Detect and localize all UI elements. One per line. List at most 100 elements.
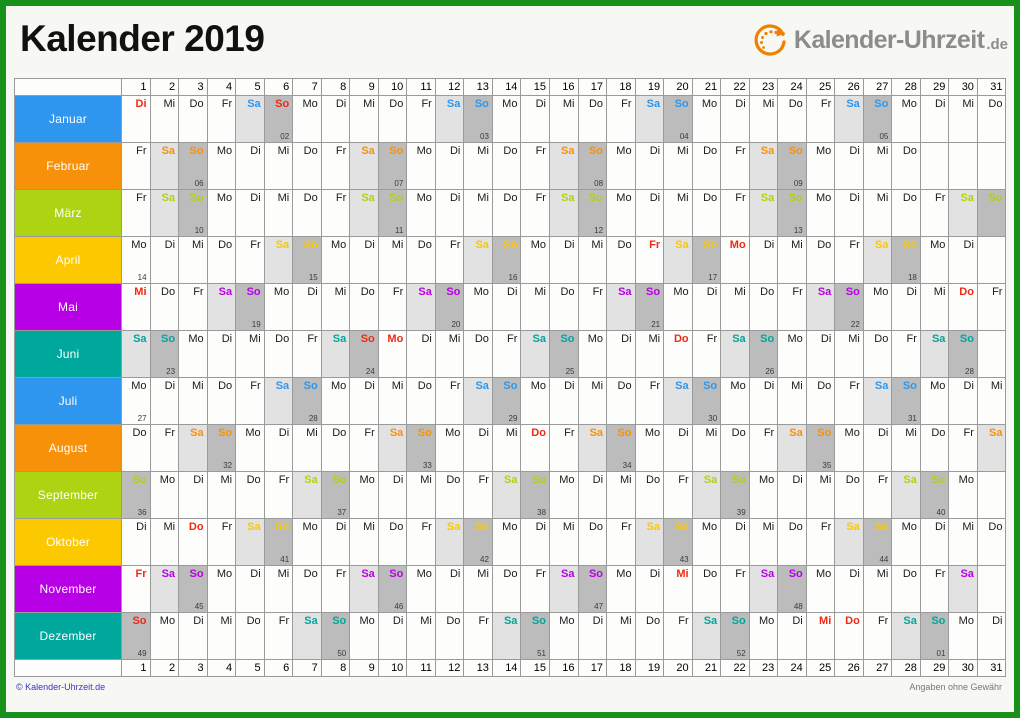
day-cell[interactable]: Fr (634, 236, 665, 284)
day-cell[interactable]: Di (434, 565, 465, 613)
day-cell[interactable]: Sa (634, 95, 665, 143)
day-cell[interactable]: Fr (349, 424, 379, 472)
day-cell[interactable]: Mi (349, 95, 379, 143)
month-label-februar[interactable]: Februar (14, 142, 122, 190)
day-cell[interactable]: Fr (263, 471, 294, 519)
day-cell[interactable]: Mo (777, 330, 807, 378)
day-cell[interactable]: Mi (463, 189, 493, 237)
day-cell[interactable]: Sa (663, 236, 693, 284)
day-cell[interactable]: Mo (691, 518, 722, 566)
day-cell[interactable]: Di (149, 377, 180, 425)
day-cell[interactable]: Fr (463, 612, 493, 660)
day-cell[interactable]: Fr (919, 189, 950, 237)
day-cell[interactable]: So 28 (292, 377, 322, 425)
day-cell[interactable]: Do (434, 471, 465, 519)
day-cell[interactable]: Sa (777, 424, 807, 472)
day-cell[interactable]: Fr (834, 377, 864, 425)
day-cell[interactable]: Di (720, 518, 750, 566)
day-cell[interactable]: Mi (577, 236, 608, 284)
day-cell[interactable]: Mo (463, 283, 493, 331)
day-cell[interactable]: Do (891, 565, 921, 613)
month-label-oktober[interactable]: Oktober (14, 518, 122, 566)
day-cell[interactable]: Mi (320, 283, 351, 331)
day-cell[interactable]: Mi (206, 471, 237, 519)
day-cell[interactable]: Mo (491, 95, 522, 143)
day-cell[interactable]: Di (206, 330, 237, 378)
day-cell[interactable]: Do (919, 424, 950, 472)
day-cell[interactable]: Mi (434, 330, 465, 378)
day-cell[interactable]: Di (834, 142, 864, 190)
day-cell[interactable]: Sa (463, 236, 493, 284)
day-cell[interactable]: Mi (463, 142, 493, 190)
day-cell[interactable]: Do (235, 471, 265, 519)
day-cell[interactable]: So 36 (121, 471, 151, 519)
day-cell[interactable]: Mo (377, 330, 408, 378)
day-cell[interactable]: Sa (634, 518, 665, 566)
day-cell[interactable]: Mo (606, 565, 636, 613)
day-cell[interactable]: Di (862, 424, 893, 472)
day-cell[interactable]: Do (121, 424, 151, 472)
day-cell[interactable]: Fr (606, 95, 636, 143)
day-cell[interactable]: Di (777, 612, 807, 660)
day-cell[interactable]: Di (577, 471, 608, 519)
day-cell[interactable]: So 16 (491, 236, 522, 284)
day-cell[interactable]: Di (121, 95, 151, 143)
day-cell[interactable]: Mi (121, 283, 151, 331)
day-cell[interactable]: Do (263, 330, 294, 378)
day-cell[interactable]: So 21 (634, 283, 665, 331)
day-cell[interactable]: Fr (976, 283, 1007, 331)
day-cell[interactable]: Do (206, 236, 237, 284)
day-cell[interactable]: So 07 (377, 142, 408, 190)
day-cell[interactable]: So 19 (235, 283, 265, 331)
day-cell[interactable]: Fr (891, 330, 921, 378)
day-cell[interactable]: Do (691, 565, 722, 613)
day-cell[interactable]: So 41 (263, 518, 294, 566)
day-cell[interactable]: So 25 (548, 330, 579, 378)
day-cell[interactable]: Fr (149, 424, 180, 472)
day-cell[interactable]: Do (891, 189, 921, 237)
day-cell[interactable]: So 12 (577, 189, 608, 237)
day-cell[interactable]: Di (834, 189, 864, 237)
day-cell[interactable]: Sa (263, 236, 294, 284)
day-cell[interactable]: So 49 (121, 612, 151, 660)
day-cell[interactable]: Fr (121, 142, 151, 190)
day-cell[interactable]: Do (406, 377, 436, 425)
day-cell[interactable]: So 45 (178, 565, 208, 613)
day-cell[interactable]: So 51 (520, 612, 550, 660)
day-cell[interactable]: Fr (235, 236, 265, 284)
day-cell[interactable]: Mo (919, 236, 950, 284)
day-cell[interactable]: Do (149, 283, 180, 331)
day-cell[interactable]: Di (377, 612, 408, 660)
day-cell[interactable]: So 29 (491, 377, 522, 425)
day-cell[interactable]: So 13 (777, 189, 807, 237)
day-cell[interactable]: Mi (805, 471, 836, 519)
day-cell[interactable]: Mi (235, 330, 265, 378)
day-cell[interactable]: Mo (577, 330, 608, 378)
day-cell[interactable]: Sa (548, 142, 579, 190)
day-cell[interactable]: Mi (548, 518, 579, 566)
day-cell[interactable]: Mi (263, 189, 294, 237)
day-cell[interactable]: Di (720, 95, 750, 143)
day-cell[interactable]: Mo (548, 471, 579, 519)
day-cell[interactable]: Fr (663, 612, 693, 660)
day-cell[interactable]: Mi (149, 95, 180, 143)
day-cell[interactable]: Mo (349, 471, 379, 519)
site-logo[interactable]: Kalender-Uhrzeit .de (750, 20, 1008, 60)
day-cell[interactable]: Sa (891, 612, 921, 660)
day-cell[interactable]: Mo (948, 612, 978, 660)
day-cell[interactable]: Do (320, 424, 351, 472)
day-cell[interactable]: So 50 (320, 612, 351, 660)
day-cell[interactable]: Fr (320, 142, 351, 190)
day-cell[interactable]: Fr (463, 471, 493, 519)
day-cell[interactable]: Mi (948, 95, 978, 143)
day-cell[interactable]: Fr (206, 95, 237, 143)
day-cell[interactable]: Sa (149, 189, 180, 237)
day-cell[interactable]: Di (491, 283, 522, 331)
day-cell[interactable]: Do (777, 518, 807, 566)
day-cell[interactable]: Di (235, 565, 265, 613)
day-cell[interactable]: So 43 (663, 518, 693, 566)
day-cell[interactable]: Sa (434, 518, 465, 566)
day-cell[interactable]: Fr (434, 377, 465, 425)
day-cell[interactable]: Mo (748, 471, 779, 519)
day-cell[interactable]: Mi (663, 565, 693, 613)
